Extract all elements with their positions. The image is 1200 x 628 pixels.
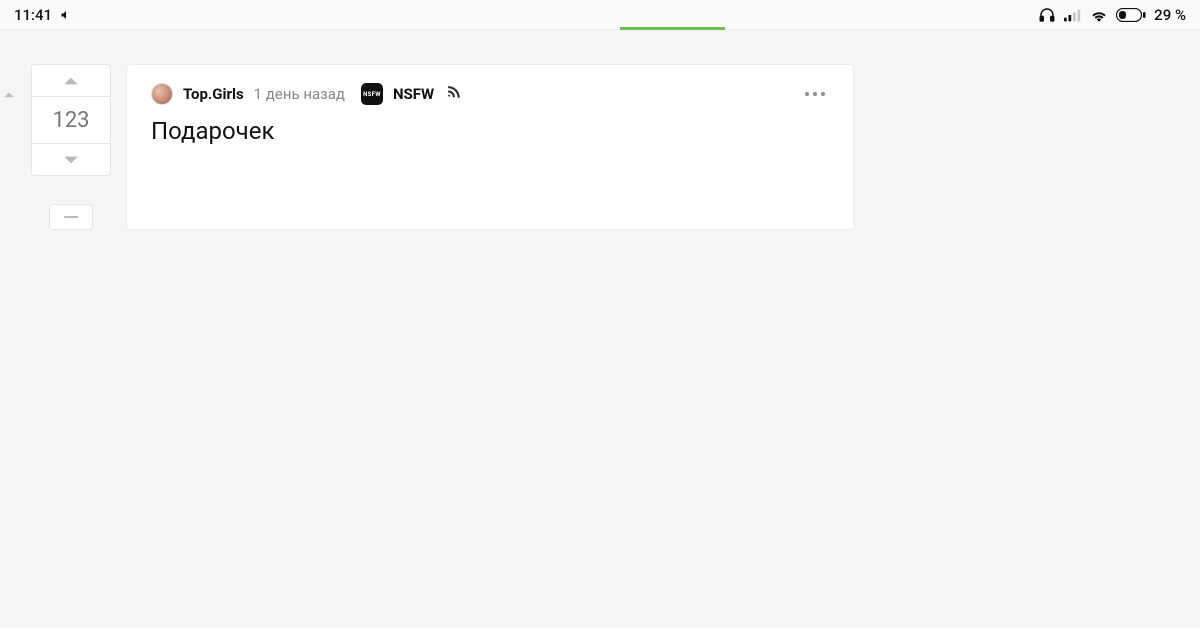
- post-title: Подарочек: [151, 117, 829, 145]
- author-avatar[interactable]: [151, 83, 173, 105]
- upvote-button[interactable]: [31, 64, 111, 96]
- status-bar-left: 11:41: [14, 6, 72, 24]
- volume-mute-icon: [60, 9, 72, 21]
- cellular-signal-icon: [1064, 8, 1082, 22]
- status-bar-right: 29 %: [1038, 6, 1186, 24]
- post-time-ago: 1 день назад: [254, 85, 345, 103]
- more-options-button[interactable]: [801, 88, 829, 100]
- vote-count: 123: [31, 96, 111, 144]
- author-name[interactable]: Top.Girls: [183, 85, 244, 103]
- status-bar: 11:41 29 %: [0, 0, 1200, 30]
- rss-icon[interactable]: [446, 85, 461, 104]
- nsfw-badge-icon[interactable]: NSFW: [361, 83, 383, 105]
- downvote-button[interactable]: [31, 144, 111, 176]
- vote-column: 123: [0, 64, 126, 230]
- collapse-button[interactable]: [49, 204, 93, 230]
- nsfw-label[interactable]: NSFW: [393, 85, 434, 103]
- post-header: Top.Girls 1 день назад NSFW NSFW: [151, 83, 829, 105]
- wifi-icon: [1090, 8, 1108, 22]
- headphones-icon: [1038, 6, 1056, 24]
- page-content: 123 Top.Girls 1 день назад NSFW NSFW: [0, 30, 1200, 230]
- battery-percentage: 29 %: [1154, 6, 1186, 24]
- back-chevron-icon[interactable]: [2, 88, 16, 107]
- post-card: Top.Girls 1 день назад NSFW NSFW Подароч…: [126, 64, 854, 230]
- battery-icon: [1116, 8, 1146, 22]
- status-time: 11:41: [14, 6, 52, 24]
